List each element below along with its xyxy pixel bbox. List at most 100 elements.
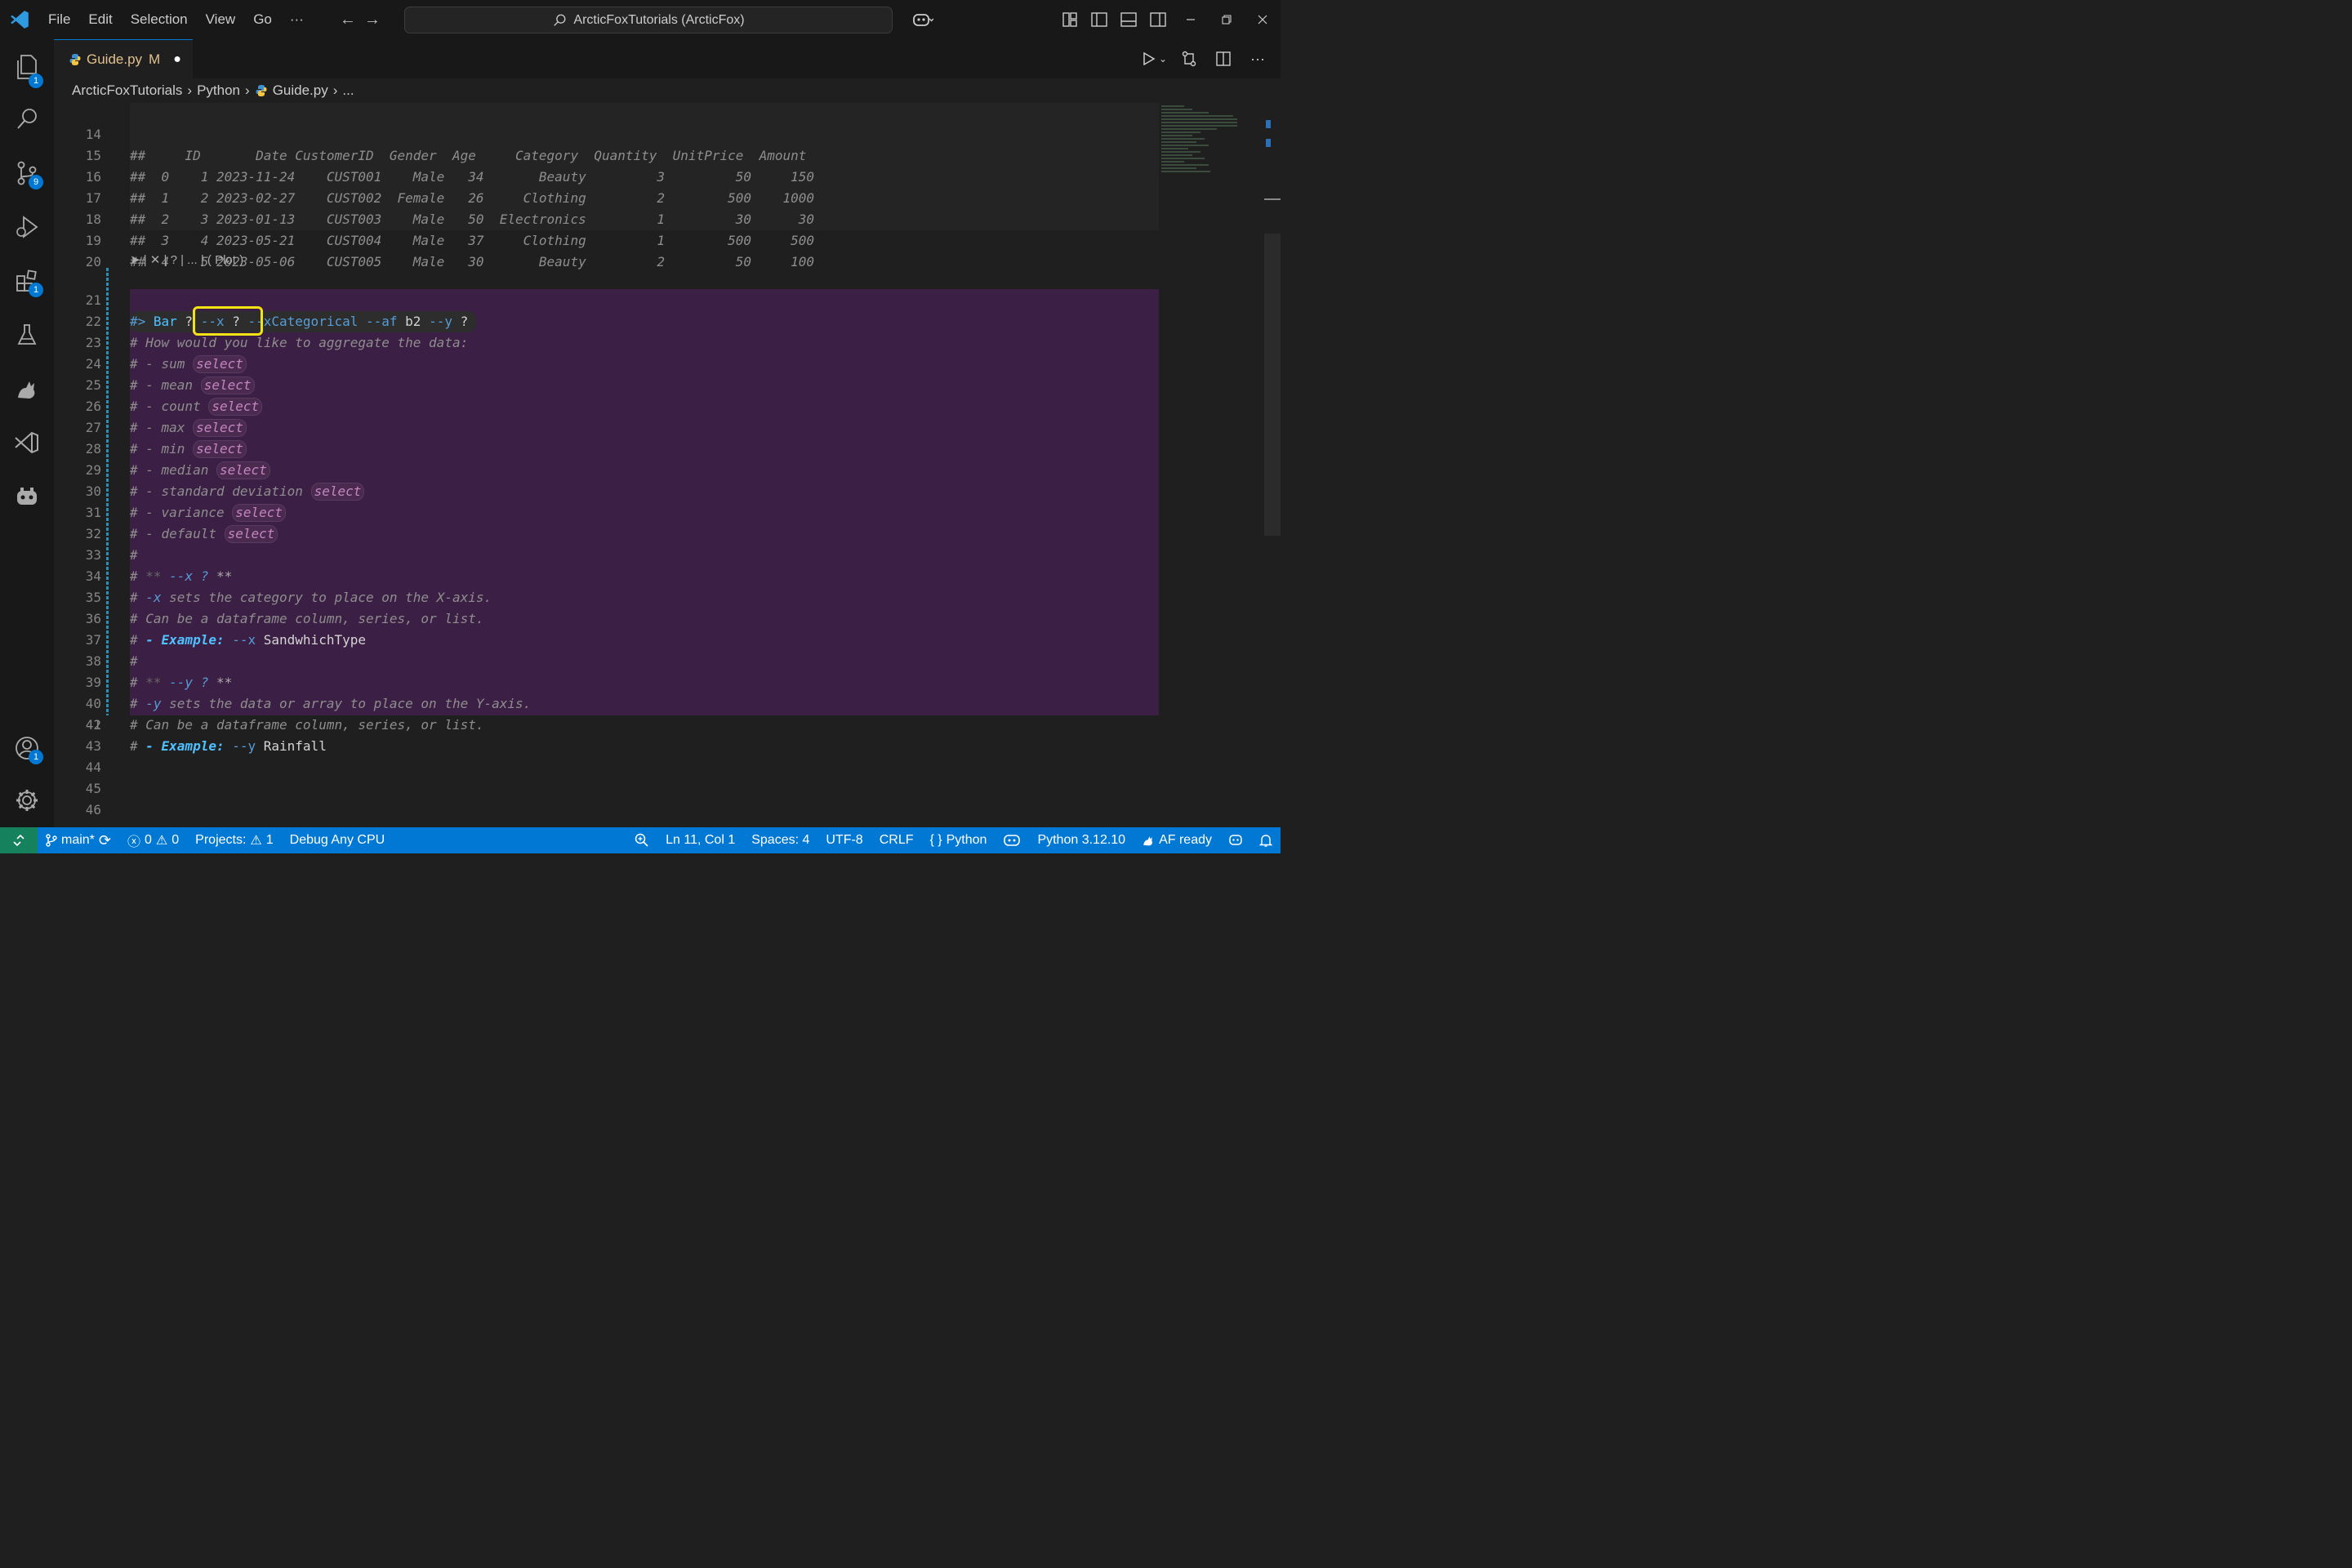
highlight-annotation [193, 306, 263, 336]
encoding[interactable]: UTF-8 [817, 833, 871, 848]
customize-layout-icon[interactable] [1055, 0, 1085, 39]
toggle-panel-icon[interactable] [1114, 0, 1143, 39]
menu-selection[interactable]: Selection [122, 11, 197, 28]
warning-count: 0 [172, 833, 180, 847]
toggle-primary-sidebar-icon[interactable] [1085, 0, 1114, 39]
status-bar: main* ⟳ ⓧ 0 ⚠ 0 Projects: ⚠ 1 Debug Any … [0, 827, 1281, 853]
menu-more[interactable]: ··· [281, 11, 313, 28]
tab-guide-py[interactable]: Guide.py M ● [54, 39, 193, 78]
breadcrumb-symbol[interactable]: ... [342, 82, 354, 99]
code-line: 18 ## 3 4 2023-05-21 CUST004 Male 37 Clo… [54, 188, 1165, 248]
minimap[interactable] [1160, 103, 1241, 185]
tab-bar: Guide.py M ● ⌄ ··· [54, 39, 1281, 78]
python-interpreter[interactable]: Python 3.12.10 [1029, 833, 1134, 848]
forward-arrow-icon[interactable]: → [360, 11, 385, 29]
remote-indicator-icon[interactable] [0, 827, 38, 853]
copilot-status-icon[interactable] [995, 834, 1029, 847]
code-line: 29 # - standard deviation select [54, 439, 1165, 501]
code-line: 40 # Can be a dataframe column, series, … [54, 672, 1165, 733]
code-line: 21 #> Bar ? --x ? --xCategorical --af b2… [54, 269, 1165, 332]
zoom-icon[interactable] [626, 833, 657, 848]
overview-ruler-marker [1266, 139, 1271, 147]
projects-label: Projects: [195, 833, 247, 847]
line-number: 46 [85, 802, 101, 817]
cursor-position[interactable]: Ln 11, Col 1 [657, 833, 743, 848]
menu-view[interactable]: View [197, 11, 245, 28]
source-control-icon[interactable]: 9 [0, 150, 54, 196]
code-editor[interactable]: 14 ## ID Date CustomerID Gender Age Cate… [54, 103, 1281, 827]
toggle-secondary-sidebar-icon[interactable] [1143, 0, 1173, 39]
code-line: 25 # - count select [54, 354, 1165, 416]
notifications-bell-icon[interactable] [1251, 833, 1281, 848]
explorer-badge: 1 [29, 74, 43, 88]
code-line: 38 # ** --y ? ** [54, 630, 1165, 690]
overview-ruler-marker [1266, 120, 1271, 128]
projects-count: 1 [265, 833, 274, 847]
back-arrow-icon[interactable]: ← [336, 11, 360, 29]
restore-icon[interactable] [1209, 0, 1245, 39]
code-line: 33 # ** --x ? ** [54, 523, 1165, 584]
command-center-search[interactable]: ArcticFoxTutorials (ArcticFox) [404, 7, 893, 33]
indentation[interactable]: Spaces: 4 [743, 833, 817, 848]
line-number: 42 [85, 717, 101, 733]
copilot-icon[interactable] [905, 0, 941, 39]
minimize-icon[interactable] [1173, 0, 1209, 39]
code-line: 17 ## 2 3 2023-01-13 CUST003 Male 50 Ele… [54, 167, 1165, 227]
explorer-icon[interactable]: 1 [0, 44, 54, 90]
af-status[interactable]: AF ready [1134, 833, 1220, 848]
code-line: 27 # - min select [54, 396, 1165, 458]
manage-gear-icon[interactable] [0, 777, 54, 823]
search-sidebar-icon[interactable] [0, 96, 54, 142]
language-mode[interactable]: { } Python [921, 833, 995, 848]
menu-go[interactable]: Go [244, 11, 281, 28]
visual-studio-icon[interactable] [0, 420, 54, 466]
git-branch-icon [46, 834, 57, 847]
braces-icon: { } [929, 833, 942, 847]
error-count: 0 [145, 833, 152, 847]
problems-indicator[interactable]: ⓧ 0 ⚠ 0 [119, 831, 187, 850]
vertical-scrollbar[interactable] [1264, 234, 1281, 536]
plot-codelens[interactable]: ➤ | ✕ | ? | ... | ( Plot ) [130, 253, 243, 268]
code-line: 34 # -x sets the category to place on th… [54, 545, 1165, 605]
arctic-fox-status-icon [1143, 836, 1153, 846]
breadcrumb-file[interactable]: Guide.py [273, 82, 328, 99]
breadcrumb-root[interactable]: ArcticFoxTutorials [72, 82, 182, 99]
chevron-right-icon: › [187, 82, 193, 98]
code-line: 16 ## 1 2 2023-02-27 CUST002 Female 26 C… [54, 145, 1165, 206]
branch-indicator[interactable]: main* ⟳ [38, 832, 119, 849]
more-actions-icon[interactable]: ··· [1243, 39, 1272, 78]
tab-filename: Guide.py [87, 51, 143, 67]
language-label: Python [946, 833, 987, 847]
run-file-icon[interactable]: ⌄ [1140, 39, 1169, 78]
arctic-fox-icon[interactable] [0, 366, 54, 412]
cursor-ruler-marker [1264, 198, 1281, 200]
accounts-icon[interactable]: 1 [0, 725, 54, 771]
code-line: 39 # -y sets the data or array to place … [54, 651, 1165, 711]
projects-indicator[interactable]: Projects: ⚠ 1 [187, 832, 282, 849]
menu-edit[interactable]: Edit [79, 11, 121, 28]
code-line: 26 # - max select [54, 375, 1165, 437]
testing-icon[interactable] [0, 312, 54, 358]
branch-name: main* [61, 833, 95, 847]
line-number: 43 [85, 738, 101, 754]
end-of-line[interactable]: CRLF [871, 833, 922, 848]
feedback-icon[interactable] [1220, 833, 1251, 848]
warning-icon: ⚠ [250, 834, 262, 848]
sync-icon[interactable]: ⟳ [99, 832, 111, 849]
close-icon[interactable] [1245, 0, 1281, 39]
python-file-icon [69, 53, 81, 65]
code-line: 41 # - Example: --y Rainfall [54, 693, 1165, 754]
run-debug-icon[interactable] [0, 204, 54, 250]
tab-modified-status: M [149, 51, 161, 67]
split-editor-icon[interactable] [1209, 39, 1238, 78]
menu-file[interactable]: File [39, 11, 79, 28]
chevron-right-icon: › [245, 82, 250, 98]
robot-icon[interactable] [0, 474, 54, 519]
command-center-text: ArcticFoxTutorials (ArcticFox) [573, 12, 745, 27]
breadcrumb-folder[interactable]: Python [197, 82, 240, 99]
line-number: 45 [85, 781, 101, 796]
unsaved-dot-icon[interactable]: ● [173, 52, 181, 67]
extensions-icon[interactable]: 1 [0, 258, 54, 304]
debug-config[interactable]: Debug Any CPU [282, 833, 394, 848]
compare-changes-icon[interactable] [1174, 39, 1204, 78]
